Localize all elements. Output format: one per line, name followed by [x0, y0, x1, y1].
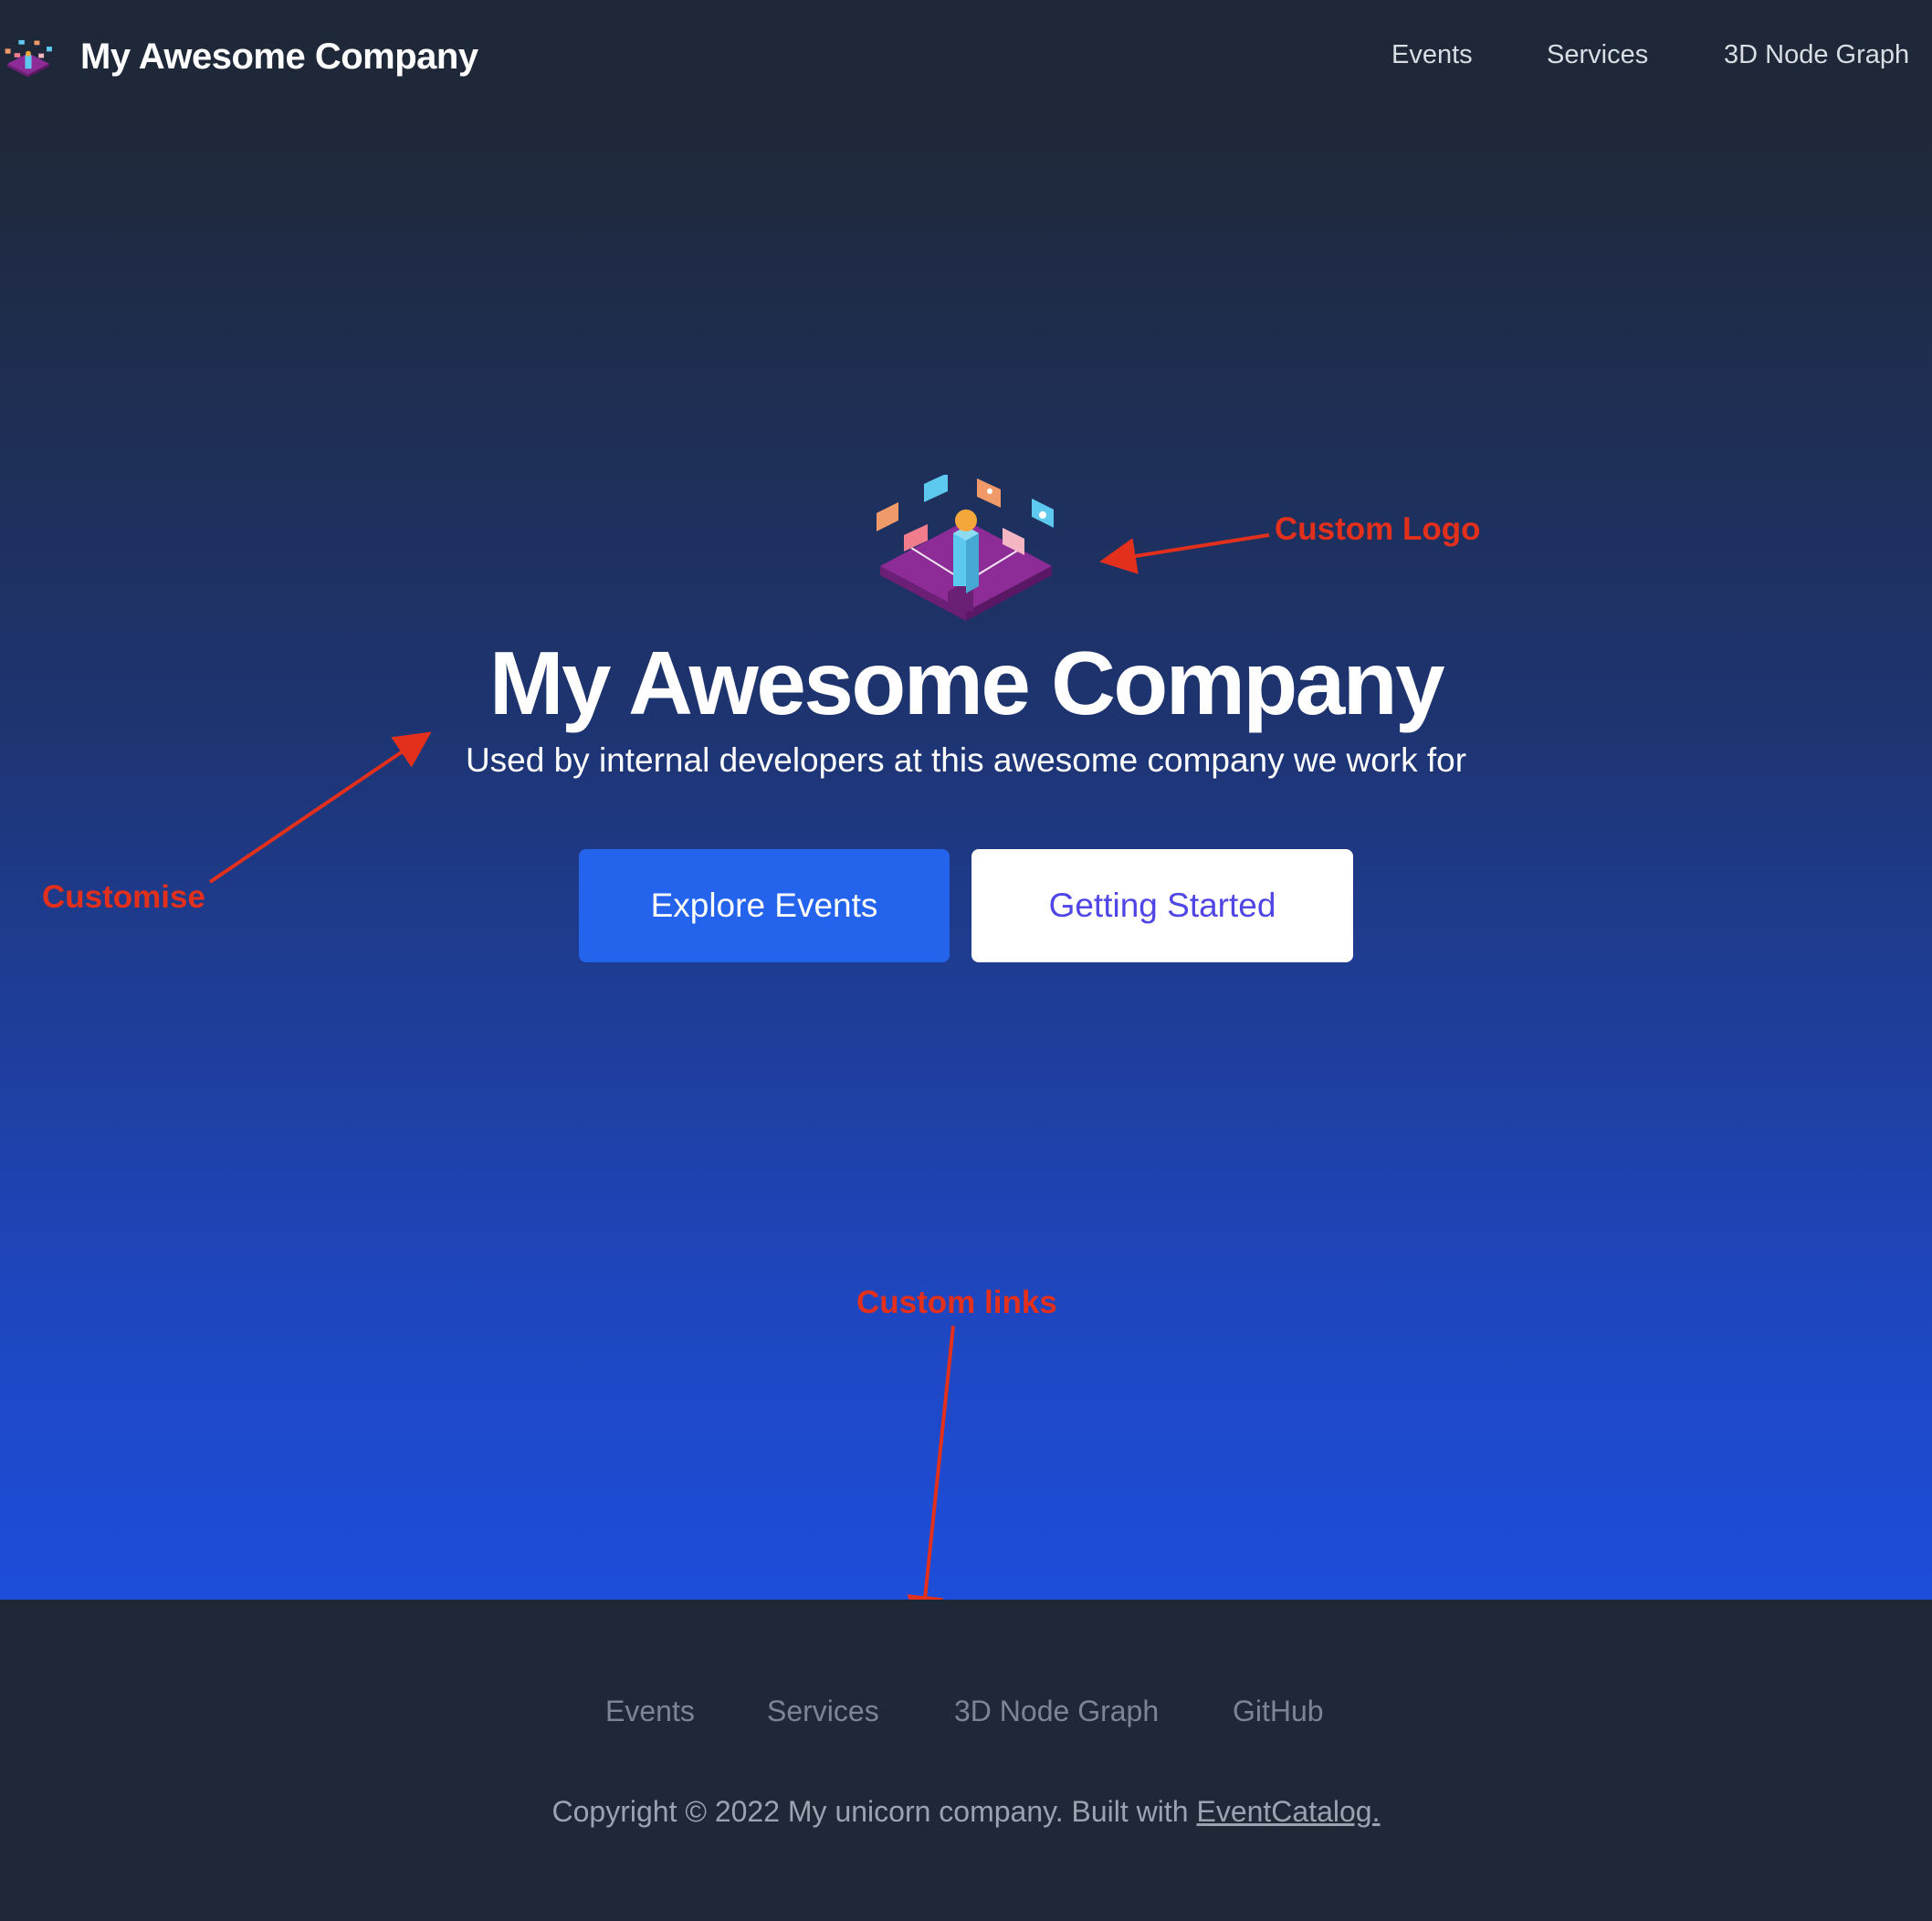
getting-started-button[interactable]: Getting Started: [971, 849, 1353, 962]
eventcatalog-link[interactable]: EventCatalog.: [1196, 1795, 1380, 1828]
hero-subtitle: Used by internal developers at this awes…: [465, 741, 1467, 779]
hero-section: [0, 117, 1932, 1600]
copyright-text: Copyright © 2022 My unicorn company. Bui…: [0, 1795, 1932, 1829]
hero-title: My Awesome Company: [488, 633, 1445, 733]
footer-link-github[interactable]: GitHub: [1233, 1695, 1324, 1728]
annotation-custom-logo: Custom Logo: [1275, 511, 1481, 547]
explore-events-button[interactable]: Explore Events: [579, 849, 950, 962]
annotation-customise: Customise: [42, 879, 205, 915]
company-logo-icon: [5, 39, 52, 78]
footer-link-events[interactable]: Events: [605, 1695, 695, 1728]
copyright-prefix: Copyright © 2022 My unicorn company. Bui…: [551, 1795, 1197, 1828]
top-navbar: My Awesome Company Events Services 3D No…: [0, 0, 1932, 117]
nav-link-events[interactable]: Events: [1391, 40, 1473, 70]
brand-title[interactable]: My Awesome Company: [80, 37, 478, 78]
footer: Events Services 3D Node Graph GitHub Cop…: [0, 1600, 1932, 1921]
nav-link-3d-node-graph[interactable]: 3D Node Graph: [1724, 40, 1909, 70]
hero-logo-icon: [877, 475, 1054, 621]
footer-link-3d-node-graph[interactable]: 3D Node Graph: [954, 1695, 1159, 1728]
nav-link-services[interactable]: Services: [1547, 40, 1648, 70]
annotation-custom-links: Custom links: [856, 1285, 1057, 1320]
brand[interactable]: My Awesome Company: [0, 31, 478, 86]
footer-link-services[interactable]: Services: [767, 1695, 879, 1728]
